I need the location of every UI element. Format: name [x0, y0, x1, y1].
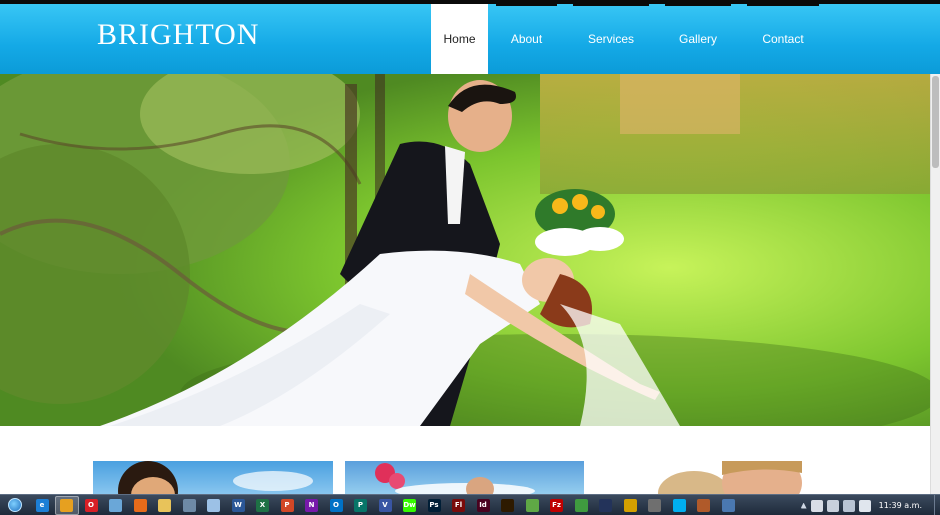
windows-taskbar: e O W X P N O P V Dw Ps Fl Id Fz 11:39 a.m. — [0, 494, 940, 515]
skype-icon — [672, 498, 686, 512]
nav-home[interactable]: Home — [431, 4, 488, 74]
taskbar-app-button[interactable] — [643, 496, 667, 515]
image-viewer-icon — [721, 498, 735, 512]
nav-topbar — [573, 0, 649, 6]
flash-icon: Fl — [452, 498, 465, 512]
page-scrollbar[interactable] — [930, 74, 940, 494]
photoshop-icon: Ps — [427, 498, 441, 512]
taskbar-app-button[interactable]: P — [275, 496, 299, 515]
visio-icon: V — [378, 498, 392, 512]
nav-about-label: About — [510, 32, 543, 46]
app-green-icon — [574, 498, 588, 512]
taskbar-app-button[interactable]: O — [79, 496, 103, 515]
volume-icon[interactable] — [858, 499, 871, 512]
taskbar-app-button[interactable] — [128, 496, 152, 515]
nav-home-label: Home — [443, 32, 476, 46]
taskbar-app-button[interactable]: Ps — [422, 496, 446, 515]
taskbar-app-button[interactable] — [667, 496, 691, 515]
publisher-icon: P — [354, 498, 367, 512]
chrome-icon — [60, 498, 73, 512]
main-nav: Home About Services Gallery Contact — [431, 0, 827, 74]
taskbar-app-button[interactable] — [496, 496, 520, 515]
taskbar-app-button[interactable] — [202, 496, 226, 515]
outlook-icon: O — [329, 498, 343, 512]
notepad-plus-icon — [525, 498, 539, 512]
nav-services-label: Services — [587, 32, 634, 46]
taskbar-app-button[interactable] — [104, 496, 128, 515]
windows-logo-icon — [8, 498, 22, 512]
network-status-icon[interactable] — [842, 499, 855, 512]
illustrator-icon — [501, 498, 514, 512]
nav-contact-label: Contact — [762, 32, 804, 46]
taskbar-app-button[interactable] — [177, 496, 201, 515]
folder-icon — [158, 498, 171, 512]
nav-contact[interactable]: Contact — [739, 0, 827, 74]
calculator-icon — [182, 498, 196, 512]
network-icon — [109, 498, 122, 512]
opera-icon: O — [84, 498, 98, 512]
taskbar-app-button[interactable]: O — [324, 496, 348, 515]
show-desktop-button[interactable] — [934, 495, 940, 515]
scrollbar-thumb[interactable] — [932, 76, 939, 168]
taskbar-app-button[interactable]: Fl — [447, 496, 471, 515]
firefox-icon — [133, 498, 147, 512]
nav-topbar — [665, 0, 731, 6]
flag-icon[interactable] — [810, 499, 823, 512]
start-button[interactable] — [0, 495, 30, 515]
settings-icon — [648, 498, 661, 512]
filezilla-icon: Fz — [550, 498, 563, 512]
taskbar-app-button[interactable] — [618, 496, 642, 515]
taskbar-app-button[interactable] — [153, 496, 177, 515]
taskbar-app-button[interactable] — [520, 496, 544, 515]
taskbar-app-button[interactable]: V — [373, 496, 397, 515]
taskbar-app-button[interactable]: W — [226, 496, 250, 515]
powerpoint-icon: P — [280, 498, 294, 512]
ie-icon: e — [35, 498, 49, 512]
nav-topbar — [747, 0, 819, 6]
word-icon: W — [231, 498, 245, 512]
nav-gallery[interactable]: Gallery — [657, 0, 739, 74]
taskbar-app-button[interactable] — [692, 496, 716, 515]
taskbar-apps: e O W X P N O P V Dw Ps Fl Id Fz — [30, 495, 741, 515]
taskbar-app-button[interactable]: X — [251, 496, 275, 515]
indesign-icon: Id — [476, 498, 490, 512]
taskbar-app-button[interactable] — [594, 496, 618, 515]
circle-app-icon — [623, 498, 637, 512]
taskbar-app-button[interactable]: Dw — [398, 496, 422, 515]
onenote-icon: N — [305, 498, 318, 512]
site-header: BRIGHTON Home About Services Gallery Con… — [0, 0, 940, 74]
system-tray: 11:39 a.m. — [799, 495, 940, 515]
taskbar-app-button[interactable] — [716, 496, 740, 515]
taskbar-clock[interactable]: 11:39 a.m. — [879, 501, 922, 510]
photo-icon — [697, 498, 710, 512]
nav-services[interactable]: Services — [565, 0, 657, 74]
hero-image — [0, 74, 930, 426]
taskbar-app-button[interactable]: Fz — [545, 496, 569, 515]
nav-about[interactable]: About — [488, 0, 565, 74]
excel-icon: X — [256, 498, 269, 512]
taskbar-app-button[interactable] — [54, 495, 79, 515]
gallery-thumbnail[interactable] — [93, 461, 333, 496]
eye-icon — [599, 498, 612, 512]
nav-gallery-label: Gallery — [678, 32, 717, 46]
dreamweaver-icon: Dw — [403, 498, 416, 512]
taskbar-app-button[interactable]: N — [300, 496, 324, 515]
taskbar-app-button[interactable]: Id — [471, 496, 495, 515]
gallery-thumbnail[interactable] — [652, 461, 812, 496]
document-icon — [207, 498, 220, 512]
site-logo[interactable]: BRIGHTON — [97, 18, 259, 52]
browser-page: BRIGHTON Home About Services Gallery Con… — [0, 0, 940, 515]
nav-topbar — [496, 0, 557, 6]
battery-icon[interactable] — [826, 499, 839, 512]
taskbar-app-button[interactable]: e — [30, 496, 54, 515]
show-hidden-icons-icon[interactable] — [800, 502, 807, 509]
gallery-thumbnail[interactable] — [345, 461, 584, 496]
taskbar-app-button[interactable]: P — [349, 496, 373, 515]
taskbar-app-button[interactable] — [569, 496, 593, 515]
